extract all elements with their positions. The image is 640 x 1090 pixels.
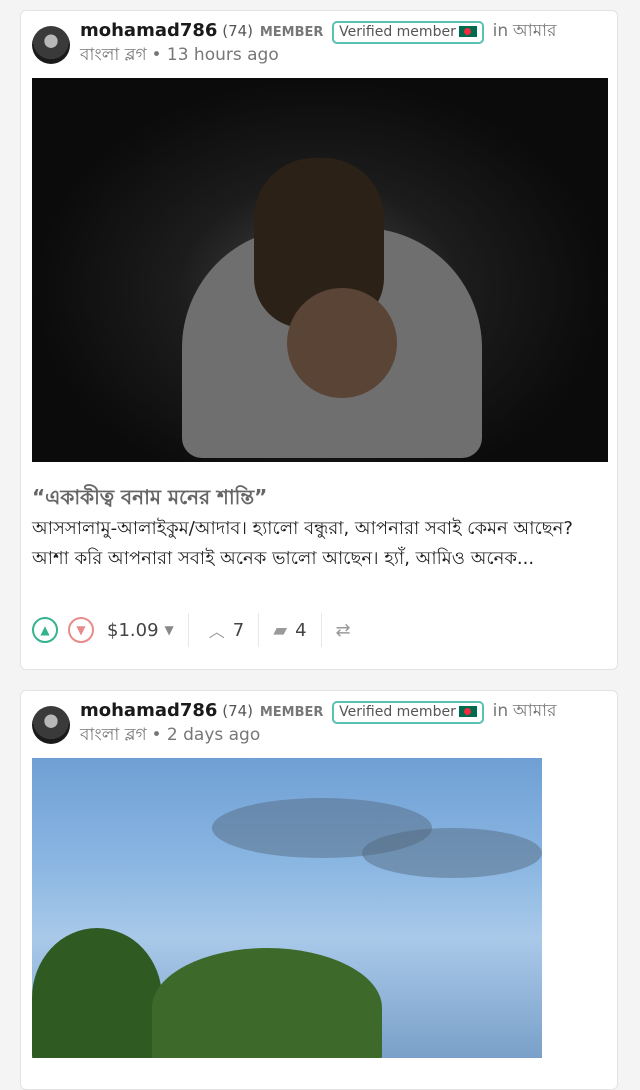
post-image[interactable]: [32, 78, 608, 462]
image-foliage: [152, 948, 382, 1058]
chevron-up-icon[interactable]: ︿: [209, 618, 225, 642]
post-image[interactable]: [32, 758, 542, 1058]
divider: [187, 613, 189, 647]
divider: [320, 613, 322, 647]
in-label: in: [492, 21, 509, 41]
in-label: in: [492, 701, 509, 721]
post-card: mohamad786 (74) MEMBER Verified member i…: [20, 10, 618, 670]
comments-icon[interactable]: ▰: [273, 620, 287, 641]
divider: [258, 613, 260, 647]
post-time[interactable]: • 2 days ago: [151, 725, 260, 745]
verified-badge: Verified member: [332, 21, 484, 44]
post-time-text: 2 days ago: [166, 725, 261, 745]
comment-count[interactable]: 4: [295, 620, 306, 641]
reblog-icon[interactable]: ⇄: [336, 620, 351, 641]
post-meta: mohamad786 (74) MEMBER Verified member i…: [80, 19, 585, 67]
author-reputation: (74): [222, 702, 254, 720]
post-title[interactable]: “একাকীত্ব বনাম মনের শান্তি”: [32, 483, 267, 516]
post-time[interactable]: • 13 hours ago: [151, 45, 278, 65]
image-cloud: [362, 828, 542, 878]
author-name[interactable]: mohamad786: [80, 20, 217, 41]
post-excerpt[interactable]: আসসালামু-আলাইকুম/আদাব। হ্যালো বন্ধুরা, আ…: [32, 514, 602, 574]
bangladesh-flag-icon: [458, 706, 477, 717]
post-time-text: 13 hours ago: [166, 45, 279, 65]
payout-value[interactable]: $1.09: [107, 620, 159, 641]
post-actions: ▲ ▼ $1.09 ▼ ︿ 7 ▰ 4 ⇄: [32, 613, 608, 647]
chevron-down-circle-icon[interactable]: ▼: [68, 617, 94, 643]
bangladesh-flag-icon: [458, 26, 477, 37]
post-meta: mohamad786 (74) MEMBER Verified member i…: [80, 699, 585, 747]
verified-badge: Verified member: [332, 701, 484, 724]
verified-badge-label: Verified member: [339, 704, 456, 720]
chevron-up-circle-icon[interactable]: ▲: [32, 617, 58, 643]
post-card: mohamad786 (74) MEMBER Verified member i…: [20, 690, 618, 1090]
caret-down-icon[interactable]: ▼: [165, 623, 174, 637]
verified-badge-label: Verified member: [339, 24, 456, 40]
image-figure-hands: [287, 288, 397, 398]
author-name[interactable]: mohamad786: [80, 700, 217, 721]
author-role: MEMBER: [259, 25, 324, 40]
avatar[interactable]: [32, 26, 70, 64]
author-reputation: (74): [222, 22, 254, 40]
avatar[interactable]: [32, 706, 70, 744]
vote-count[interactable]: 7: [233, 620, 244, 641]
author-role: MEMBER: [259, 705, 324, 720]
image-palm-tree: [32, 928, 162, 1058]
